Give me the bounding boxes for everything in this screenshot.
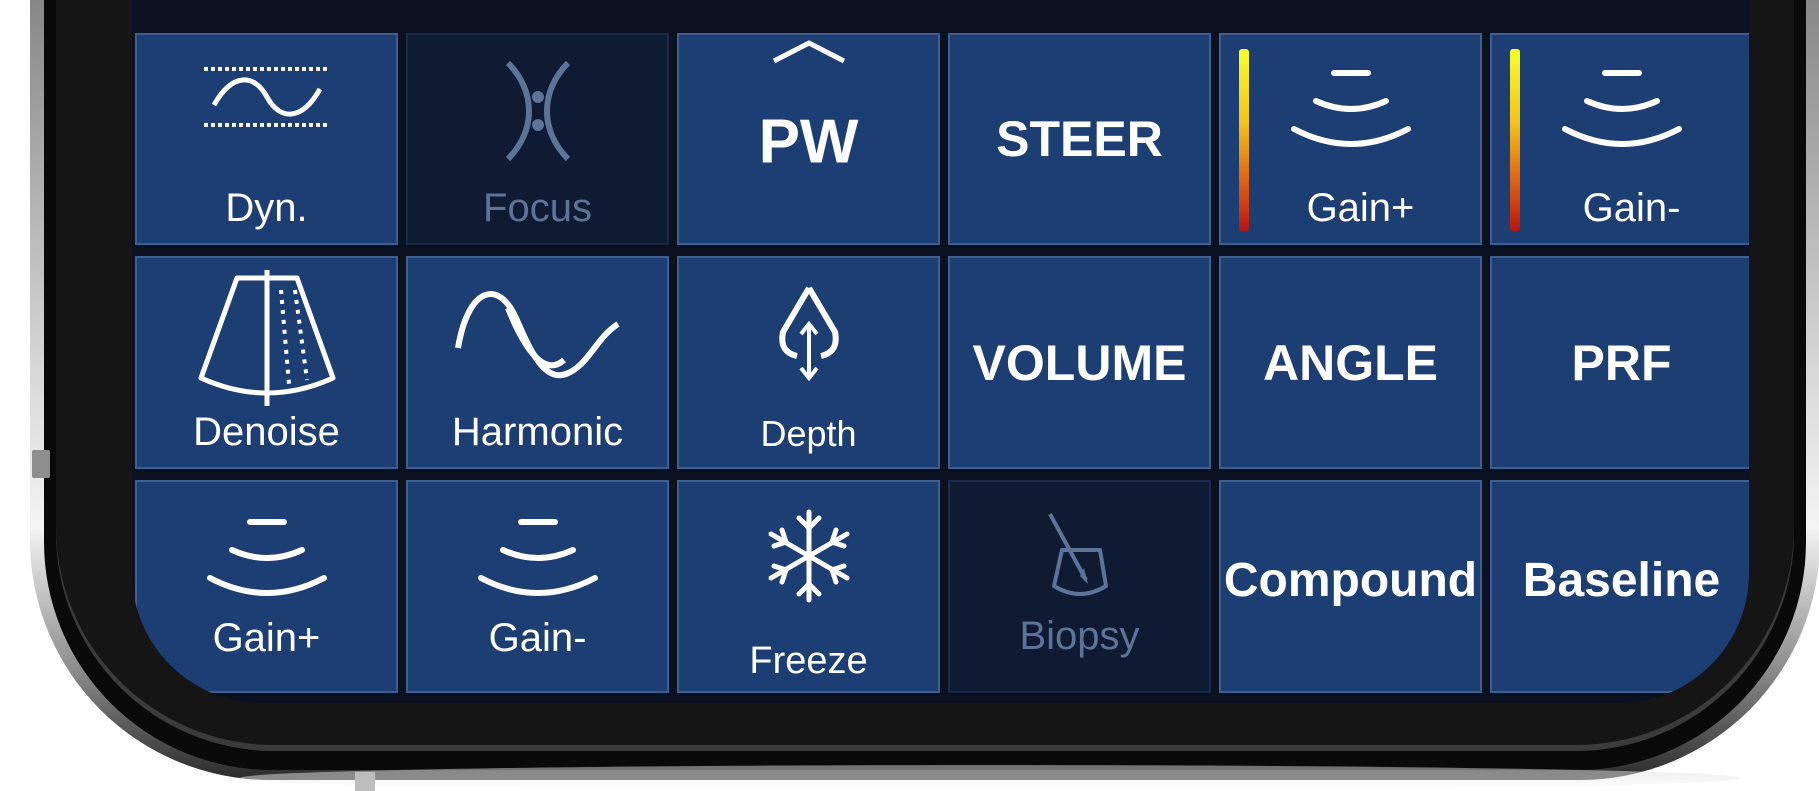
compound-label: Compound bbox=[1223, 553, 1478, 607]
freeze-button[interactable]: Freeze bbox=[677, 480, 940, 693]
baseline-label: Baseline bbox=[1522, 553, 1721, 607]
chevron-up-icon bbox=[679, 37, 938, 67]
gain-minus-label-top: Gain- bbox=[1582, 186, 1681, 230]
prf-label: PRF bbox=[1571, 334, 1672, 391]
baseline-button[interactable]: Baseline bbox=[1490, 480, 1749, 693]
steer-button[interactable]: STEER bbox=[948, 33, 1211, 245]
snowflake-icon bbox=[679, 506, 938, 606]
focus-button[interactable]: Focus bbox=[406, 33, 669, 245]
gain-plus-button-bottom[interactable]: Gain+ bbox=[135, 480, 398, 693]
compound-button[interactable]: Compound bbox=[1219, 480, 1482, 693]
depth-button[interactable]: Depth bbox=[677, 256, 940, 469]
dynamic-range-wave-icon bbox=[137, 59, 396, 139]
pw-label: PW bbox=[758, 107, 859, 177]
gain-minus-button-top[interactable]: Gain- bbox=[1490, 33, 1749, 245]
angle-label: ANGLE bbox=[1263, 334, 1438, 391]
pw-button[interactable]: PW bbox=[677, 33, 940, 245]
steer-label: STEER bbox=[996, 111, 1163, 167]
focus-icon bbox=[408, 51, 667, 171]
depth-label: Depth bbox=[760, 413, 857, 454]
harmonic-wave-icon bbox=[408, 278, 667, 388]
screen-top-strip bbox=[132, 0, 1749, 30]
biopsy-needle-icon bbox=[950, 510, 1209, 600]
ultrasound-gain-icon bbox=[1221, 63, 1480, 153]
harmonic-button[interactable]: Harmonic bbox=[406, 256, 669, 469]
volume-label: VOLUME bbox=[972, 334, 1187, 391]
gain-plus-label-bottom: Gain+ bbox=[212, 616, 321, 660]
control-grid: Dyn. Focus PW STEER Gain+ Gain- Denoise … bbox=[135, 33, 1749, 693]
harmonic-label: Harmonic bbox=[451, 410, 624, 454]
ultrasound-gain-icon bbox=[137, 512, 396, 602]
prf-button[interactable]: PRF bbox=[1490, 256, 1749, 469]
focus-label: Focus bbox=[483, 186, 592, 230]
gain-plus-label-top: Gain+ bbox=[1306, 186, 1415, 230]
phone-shadow bbox=[240, 765, 1740, 791]
denoise-label: Denoise bbox=[193, 410, 340, 454]
biopsy-button[interactable]: Biopsy bbox=[948, 480, 1211, 693]
dyn-button[interactable]: Dyn. bbox=[135, 33, 398, 245]
depth-arrow-icon bbox=[679, 282, 938, 382]
volume-button[interactable]: VOLUME bbox=[948, 256, 1211, 469]
freeze-label: Freeze bbox=[749, 640, 868, 682]
angle-button[interactable]: ANGLE bbox=[1219, 256, 1482, 469]
gain-minus-label-bottom: Gain- bbox=[488, 616, 587, 660]
sector-denoise-icon bbox=[137, 268, 396, 408]
ultrasound-gain-icon bbox=[1492, 63, 1749, 153]
gain-plus-button-top[interactable]: Gain+ bbox=[1219, 33, 1482, 245]
denoise-button[interactable]: Denoise bbox=[135, 256, 398, 469]
dyn-label: Dyn. bbox=[225, 186, 308, 230]
phone-screen: Dyn. Focus PW STEER Gain+ Gain- Denoise … bbox=[132, 0, 1749, 703]
phone-side-button bbox=[32, 450, 50, 478]
biopsy-label: Biopsy bbox=[1019, 614, 1140, 658]
gain-minus-button-bottom[interactable]: Gain- bbox=[406, 480, 669, 693]
phone-stand bbox=[355, 772, 375, 791]
ultrasound-gain-icon bbox=[408, 512, 667, 602]
